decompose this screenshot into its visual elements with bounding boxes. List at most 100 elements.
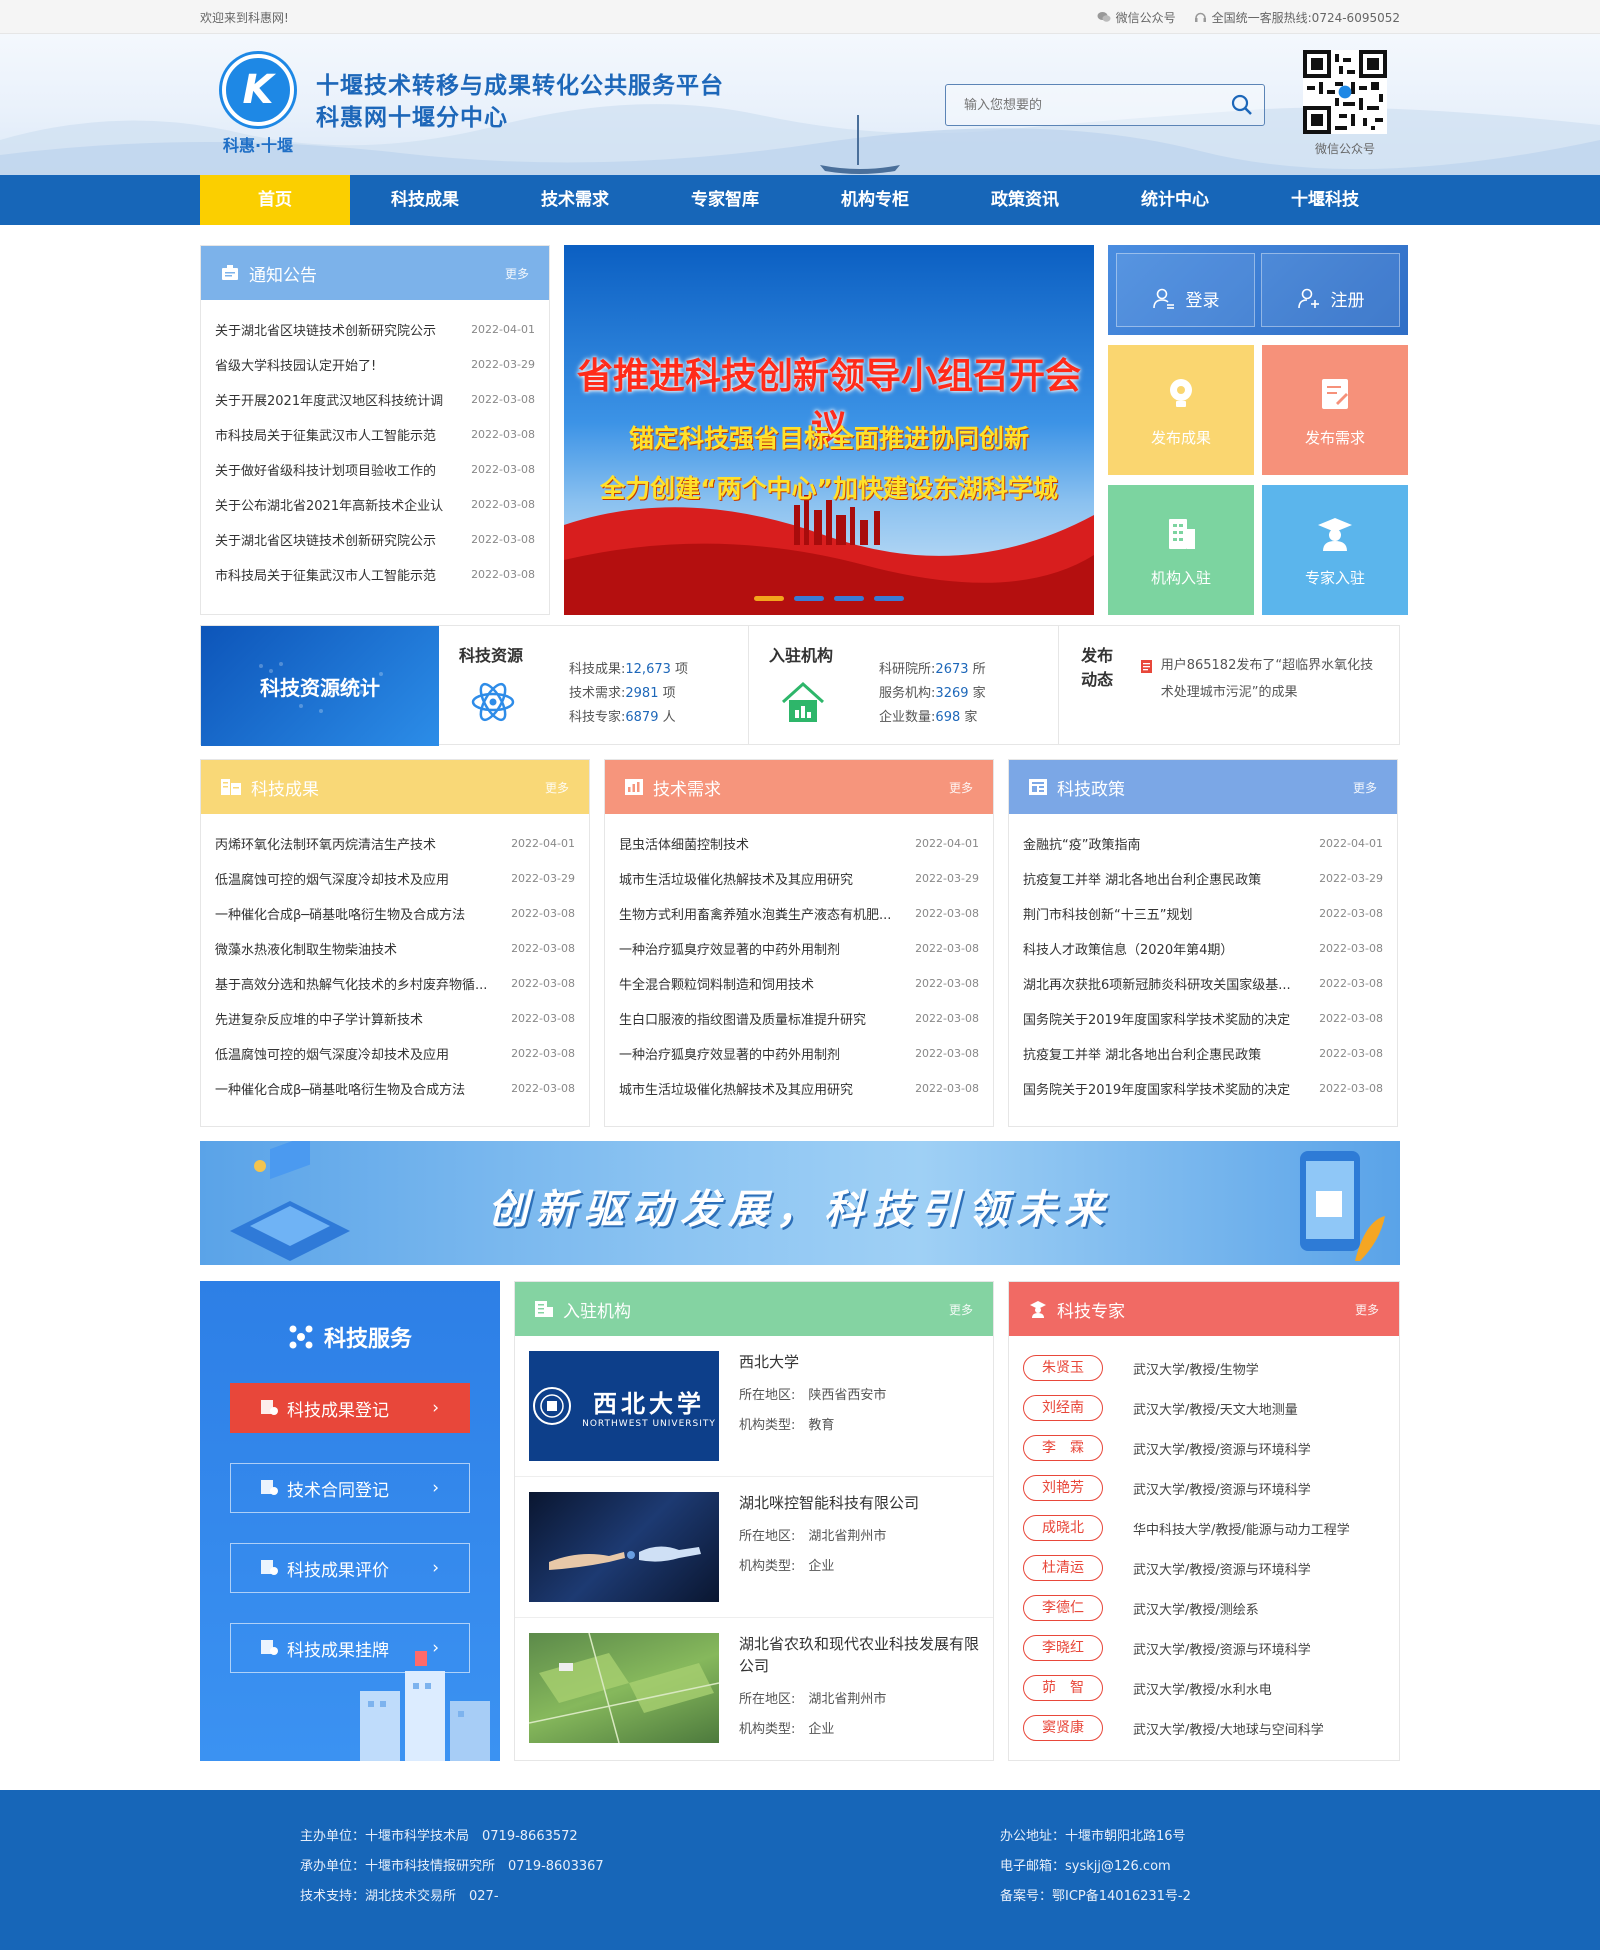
list-item[interactable]: 基于高效分选和热解气化技术的乡村废弃物循... 2022-03-08	[215, 966, 575, 1001]
list-item[interactable]: 抗疫复工并举 湖北各地出台利企惠民政策 2022-03-29	[1023, 861, 1383, 896]
slogan-banner[interactable]: 创新驱动发展，科技引领未来	[200, 1141, 1400, 1265]
dynamic-entry[interactable]: 用户865182发布了“超临界水氧化技术处理城市污泥”的成果	[1140, 652, 1377, 728]
list-item[interactable]: 关于湖北省区块链技术创新研究院公示 2022-04-01	[215, 312, 535, 347]
org-join-button[interactable]: 机构入驻	[1108, 485, 1254, 615]
list-item[interactable]: 湖北再次获批6项新冠肺炎科研攻关国家级基... 2022-03-08	[1023, 966, 1383, 1001]
list-item[interactable]: 国务院关于2019年度国家科学技术奖励的决定 2022-03-08	[1023, 1071, 1383, 1106]
lightbulb-icon	[1170, 378, 1192, 407]
institution-card[interactable]: 湖北省农玖和现代农业科技发展有限公司 所在地区: 湖北省荆州市 机构类型: 企业	[515, 1618, 993, 1759]
list-item-date: 2022-03-29	[1319, 872, 1383, 885]
list-item[interactable]: 牛全混合颗粒饲料制造和饲用技术 2022-03-08	[619, 966, 979, 1001]
list-item[interactable]: 低温腐蚀可控的烟气深度冷却技术及应用 2022-03-29	[215, 861, 575, 896]
list-item[interactable]: 丙烯环氧化法制环氧丙烷清洁生产技术 2022-04-01	[215, 826, 575, 861]
list-item[interactable]: 关于做好省级科技计划项目验收工作的 2022-03-08	[215, 452, 535, 487]
expert-row[interactable]: 李德仁 武汉大学/教授/测绘系	[1009, 1588, 1399, 1628]
list-item[interactable]: 城市生活垃圾催化热解技术及其应用研究 2022-03-29	[619, 861, 979, 896]
institutions-more-link[interactable]: 更多	[949, 1301, 973, 1318]
nav-institutions[interactable]: 机构专柜	[800, 175, 950, 225]
nav-experts[interactable]: 专家智库	[650, 175, 800, 225]
stat-value: 2981	[625, 686, 659, 701]
policies-title: 科技政策	[1057, 779, 1125, 800]
service-achievement-register[interactable]: 科技成果登记 ›	[230, 1383, 470, 1433]
list-item[interactable]: 城市生活垃圾催化热解技术及其应用研究 2022-03-08	[619, 1071, 979, 1106]
service-achievement-evaluation[interactable]: 科技成果评价 ›	[230, 1543, 470, 1593]
experts-panel: 科技专家 更多 朱贤玉 武汉大学/教授/生物学 刘经南 武汉大学/教授/天文大地测量…	[1008, 1281, 1400, 1761]
list-item[interactable]: 省级大学科技园认定开始了! 2022-03-29	[215, 347, 535, 382]
expert-row[interactable]: 成晓北 华中科技大学/教授/能源与动力工程学	[1009, 1508, 1399, 1548]
nav-home[interactable]: 首页	[200, 175, 350, 225]
policies-more-link[interactable]: 更多	[1353, 779, 1377, 796]
footer-icp[interactable]: 备案号：鄂ICP备14016231号-2	[1000, 1882, 1300, 1912]
carousel-dot[interactable]	[874, 596, 904, 601]
notice-more-link[interactable]: 更多	[505, 265, 529, 282]
list-item[interactable]: 市科技局关于征集武汉市人工智能示范 2022-03-08	[215, 557, 535, 592]
expert-row[interactable]: 刘艳芳 武汉大学/教授/资源与环境科学	[1009, 1468, 1399, 1508]
achievements-more-link[interactable]: 更多	[545, 779, 569, 796]
institution-logo-subtext: NORTHWEST UNIVERSITY	[582, 1418, 716, 1429]
institution-card[interactable]: 湖北咪控智能科技有限公司 所在地区: 湖北省荆州市 机构类型: 企业	[515, 1477, 993, 1618]
service-contract-register[interactable]: 技术合同登记 ›	[230, 1463, 470, 1513]
search-icon[interactable]	[1230, 93, 1254, 117]
expert-join-button[interactable]: 专家入驻	[1262, 485, 1408, 615]
list-item-date: 2022-04-01	[471, 323, 535, 336]
list-item-date: 2022-03-08	[915, 942, 979, 955]
list-item[interactable]: 先进复杂反应堆的中子学计算新技术 2022-03-08	[215, 1001, 575, 1036]
carousel-dot[interactable]	[794, 596, 824, 601]
demands-panel: 技术需求 更多 昆虫活体细菌控制技术 2022-04-01 城市生活垃圾催化热解技…	[604, 759, 994, 1127]
publish-demand-button[interactable]: 发布需求	[1262, 345, 1408, 475]
list-item[interactable]: 低温腐蚀可控的烟气深度冷却技术及应用 2022-03-08	[215, 1036, 575, 1071]
list-item[interactable]: 关于开展2021年度武汉地区科技统计调 2022-03-08	[215, 382, 535, 417]
institution-logo: 西北大学 NORTHWEST UNIVERSITY	[529, 1351, 719, 1461]
stat-experts: 科技专家:6879 人	[569, 706, 688, 730]
list-item[interactable]: 一种催化合成β─硝基吡咯衍生物及合成方法 2022-03-08	[215, 1071, 575, 1106]
list-item[interactable]: 荆门市科技创新“十三五”规划 2022-03-08	[1023, 896, 1383, 931]
demands-more-link[interactable]: 更多	[949, 779, 973, 796]
expert-row[interactable]: 杜清运 武汉大学/教授/资源与环境科学	[1009, 1548, 1399, 1588]
institution-card[interactable]: 西北大学 NORTHWEST UNIVERSITY 西北大学 所在地区: 陕西省西…	[515, 1336, 993, 1477]
list-item[interactable]: 金融抗“疫”政策指南 2022-04-01	[1023, 826, 1383, 861]
nav-statistics[interactable]: 统计中心	[1100, 175, 1250, 225]
carousel-dot[interactable]	[754, 596, 784, 601]
expert-row[interactable]: 茆 智 武汉大学/教授/水利水电	[1009, 1668, 1399, 1708]
footer-organizer: 承办单位：十堰市科技情报研究所 0719-8603367	[300, 1859, 604, 1874]
stat-demands: 技术需求:2981 项	[569, 682, 688, 706]
wechat-link[interactable]: 微信公众号	[1097, 9, 1176, 26]
list-item[interactable]: 一种治疗狐臭疗效显著的中药外用制剂 2022-03-08	[619, 931, 979, 966]
list-item[interactable]: 生物方式利用畜禽养殖水泡粪生产液态有机肥... 2022-03-08	[619, 896, 979, 931]
stat-achievements: 科技成果:12,673 项	[569, 658, 688, 682]
nav-policy[interactable]: 政策资讯	[950, 175, 1100, 225]
list-item[interactable]: 抗疫复工并举 湖北各地出台利企惠民政策 2022-03-08	[1023, 1036, 1383, 1071]
expert-row[interactable]: 朱贤玉 武汉大学/教授/生物学	[1009, 1348, 1399, 1388]
list-item[interactable]: 市科技局关于征集武汉市人工智能示范 2022-03-08	[215, 417, 535, 452]
list-item[interactable]: 微藻水热液化制取生物柴油技术 2022-03-08	[215, 931, 575, 966]
expert-row[interactable]: 李晓红 武汉大学/教授/资源与环境科学	[1009, 1628, 1399, 1668]
list-item[interactable]: 昆虫活体细菌控制技术 2022-04-01	[619, 826, 979, 861]
expert-row[interactable]: 刘经南 武汉大学/教授/天文大地测量	[1009, 1388, 1399, 1428]
list-item[interactable]: 科技人才政策信息（2020年第4期） 2022-03-08	[1023, 931, 1383, 966]
experts-more-link[interactable]: 更多	[1355, 1301, 1379, 1318]
list-item[interactable]: 关于公布湖北省2021年高新技术企业认 2022-03-08	[215, 487, 535, 522]
hero-banner[interactable]: 省推进科技创新领导小组召开会议 锚定科技强省目标全面推进协同创新 全力创建“两个…	[564, 245, 1094, 615]
list-item-title: 先进复杂反应堆的中子学计算新技术	[215, 1013, 424, 1028]
register-button[interactable]: 注册	[1261, 253, 1400, 327]
search-input[interactable]	[946, 85, 1206, 125]
publish-result-button[interactable]: 发布成果	[1108, 345, 1254, 475]
list-item-title: 抗疫复工并举 湖北各地出台利企惠民政策	[1023, 1048, 1262, 1063]
list-item[interactable]: 一种治疗狐臭疗效显著的中药外用制剂 2022-03-08	[619, 1036, 979, 1071]
carousel-dot[interactable]	[834, 596, 864, 601]
site-footer: 主办单位：十堰市科学技术局 0719-8663572 承办单位：十堰市科技情报研…	[0, 1790, 1600, 1950]
list-item[interactable]: 关于湖北省区块链技术创新研究院公示 2022-03-08	[215, 522, 535, 557]
nav-achievements[interactable]: 科技成果	[350, 175, 500, 225]
site-logo[interactable]: K 科惠·十堰	[218, 54, 298, 156]
expert-row[interactable]: 李 霖 武汉大学/教授/资源与环境科学	[1009, 1428, 1399, 1468]
nav-shiyan-tech[interactable]: 十堰科技	[1250, 175, 1400, 225]
list-item-date: 2022-03-08	[1319, 1047, 1383, 1060]
list-item[interactable]: 一种催化合成β─硝基吡咯衍生物及合成方法 2022-03-08	[215, 896, 575, 931]
expert-row[interactable]: 窦贤康 武汉大学/教授/大地球与空间科学	[1009, 1708, 1399, 1748]
expert-desc: 武汉大学/教授/资源与环境科学	[1133, 1562, 1311, 1578]
login-button[interactable]: 登录	[1116, 253, 1255, 327]
list-item-title: 一种催化合成β─硝基吡咯衍生物及合成方法	[215, 908, 466, 923]
nav-demands[interactable]: 技术需求	[500, 175, 650, 225]
list-item[interactable]: 国务院关于2019年度国家科学技术奖励的决定 2022-03-08	[1023, 1001, 1383, 1036]
list-item[interactable]: 生白口服液的指纹图谱及质量标准提升研究 2022-03-08	[619, 1001, 979, 1036]
